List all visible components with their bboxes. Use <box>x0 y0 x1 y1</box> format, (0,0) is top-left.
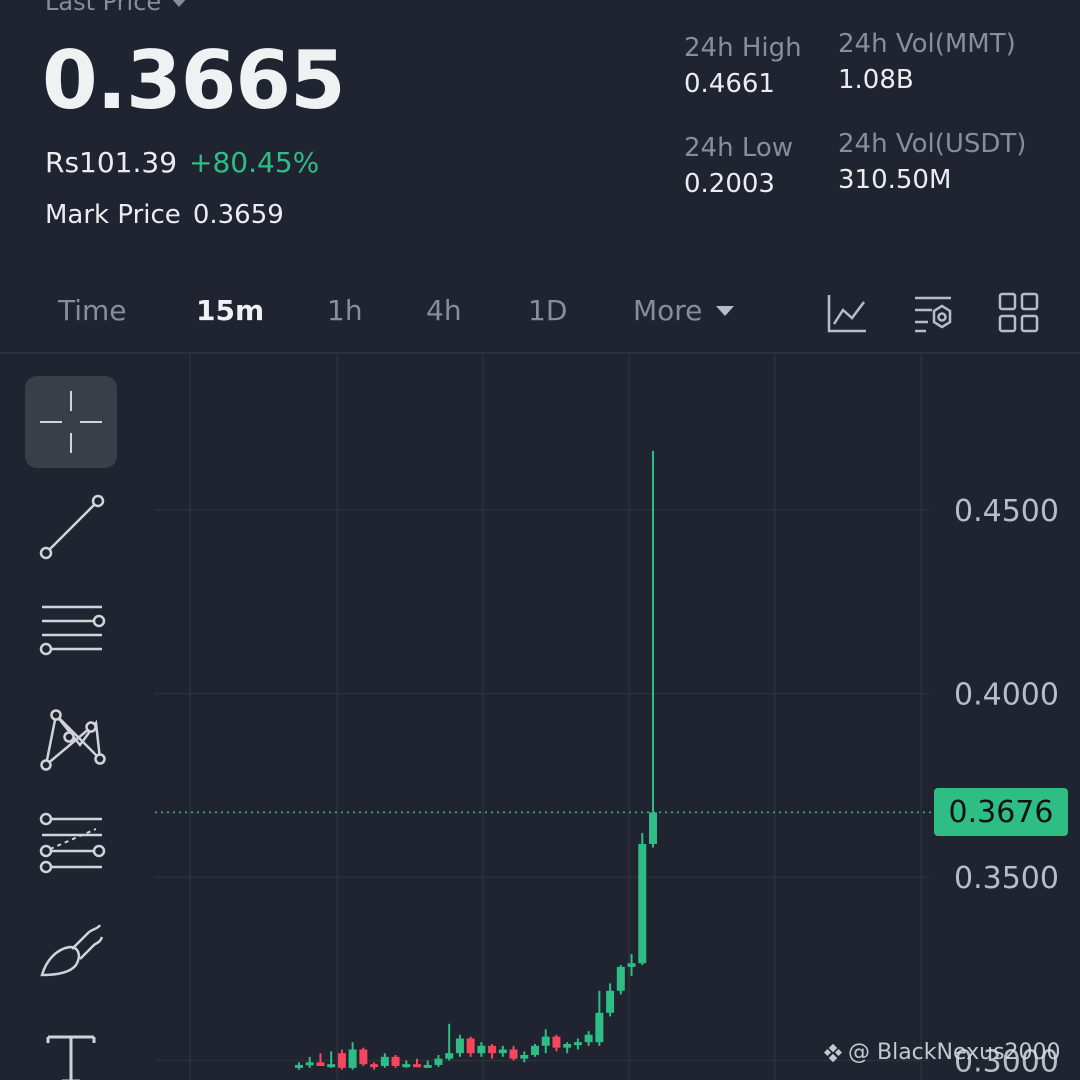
current-price-tag: 0.3676 <box>934 788 1068 836</box>
candle-body <box>455 1038 464 1054</box>
candle-body <box>327 1064 336 1068</box>
draw-tool-horizontal-lines[interactable] <box>25 584 117 676</box>
stat-value: 0.2003 <box>684 169 775 199</box>
last-price-selector[interactable]: Last Price <box>45 0 188 16</box>
change-percent: +80.45% <box>189 146 320 179</box>
brush-icon <box>40 924 104 977</box>
candle-body <box>606 990 615 1013</box>
draw-tool-pattern[interactable] <box>25 690 117 782</box>
stat-value: 1.08B <box>838 65 914 95</box>
draw-tool-trend-line[interactable] <box>25 480 117 572</box>
tab-15m[interactable]: 15m <box>196 294 264 327</box>
candle-body <box>370 1064 379 1068</box>
candle-body <box>638 843 647 964</box>
crosshair-icon <box>40 391 102 453</box>
stat-label: 24h Low <box>684 133 794 163</box>
candle-body <box>531 1045 539 1055</box>
candle-body <box>627 963 636 967</box>
candle-body <box>434 1058 443 1065</box>
text-tool-icon <box>46 1035 96 1080</box>
tab-more[interactable]: More <box>633 294 735 327</box>
watermark: @ BlackNexus2000 <box>824 1040 1061 1065</box>
layout-grid-icon[interactable] <box>998 292 1040 334</box>
candle-body <box>413 1064 421 1068</box>
y-axis-tick-label: 0.4500 <box>954 494 1059 529</box>
stat-24h-low: 24h Low 0.2003 <box>684 130 793 202</box>
trend-line-icon <box>39 494 105 560</box>
candle-body <box>359 1049 368 1065</box>
y-axis-tick-label: 0.3500 <box>954 861 1059 896</box>
candle-body <box>649 812 657 844</box>
candle-body <box>498 1049 507 1054</box>
horizontal-lines-icon <box>39 605 106 656</box>
fibonacci-icon <box>39 812 106 874</box>
candle-body <box>616 966 625 991</box>
draw-tool-brush[interactable] <box>25 900 117 992</box>
tab-1h[interactable]: 1h <box>327 294 363 327</box>
candle-body <box>348 1049 357 1068</box>
candle-body <box>466 1038 475 1054</box>
candle-body <box>488 1045 497 1054</box>
stat-value: 0.4661 <box>684 69 775 99</box>
candle-body <box>563 1043 572 1048</box>
stat-label: 24h Vol(MMT) <box>838 29 1016 59</box>
mark-price-label: Mark Price <box>45 200 181 230</box>
stat-24h-vol-quote: 24h Vol(USDT) 310.50M <box>838 126 1026 198</box>
candle-body <box>423 1064 432 1068</box>
candle-body <box>445 1053 454 1059</box>
tab-4h[interactable]: 4h <box>426 294 462 327</box>
candlestick-chart[interactable]: 0.45000.40000.35000.3000 <box>0 354 1080 1080</box>
candle-body <box>477 1045 486 1054</box>
stat-24h-high: 24h High 0.4661 <box>684 30 802 102</box>
draw-tool-fibonacci[interactable] <box>25 796 117 888</box>
stat-24h-vol-base: 24h Vol(MMT) 1.08B <box>838 26 1016 98</box>
tab-more-label: More <box>633 294 703 327</box>
last-price-label: Last Price <box>45 0 162 16</box>
mark-price-value: 0.3659 <box>192 200 284 230</box>
candle-body <box>541 1036 550 1046</box>
candle-body <box>552 1036 561 1048</box>
candle-body <box>295 1064 303 1068</box>
candle-body <box>337 1053 346 1068</box>
mark-price-row[interactable]: Mark Price 0.3659 <box>45 200 284 230</box>
candle-body <box>595 1012 604 1043</box>
indicator-chart-icon[interactable] <box>826 292 868 334</box>
tab-1d[interactable]: 1D <box>528 294 567 327</box>
watermark-text: @ BlackNexus2000 <box>848 1040 1061 1065</box>
interval-tabs: Time 15m 1h 4h 1D More <box>0 284 1080 344</box>
candle-body <box>305 1062 314 1066</box>
y-axis-tick-label: 0.4000 <box>954 678 1059 713</box>
pattern-icon <box>40 709 106 771</box>
draw-tool-text[interactable] <box>25 1004 117 1080</box>
tab-time[interactable]: Time <box>58 294 127 327</box>
candle-body <box>573 1042 582 1046</box>
fiat-price: Rs101.39 <box>45 146 178 179</box>
stat-label: 24h High <box>684 33 802 63</box>
candle-body <box>316 1062 325 1067</box>
fiat-row: Rs101.39 +80.45% <box>45 146 319 179</box>
last-price: 0.3665 <box>42 34 346 127</box>
market-screen: Last Price 0.3665 Rs101.39 +80.45% Mark … <box>0 0 1080 1080</box>
caret-down-icon <box>716 305 735 316</box>
candle-body <box>391 1056 400 1067</box>
candle-body <box>584 1034 593 1043</box>
stat-label: 24h Vol(USDT) <box>838 129 1027 159</box>
stat-value: 310.50M <box>838 165 952 195</box>
draw-tool-crosshair[interactable] <box>25 376 117 468</box>
candle-body <box>520 1054 529 1059</box>
candle-body <box>402 1064 411 1068</box>
candle-body <box>380 1056 389 1067</box>
exchange-logo-icon <box>824 1043 842 1062</box>
candle-body <box>509 1049 518 1059</box>
caret-down-icon <box>171 0 188 7</box>
chart-settings-icon[interactable] <box>912 292 954 334</box>
